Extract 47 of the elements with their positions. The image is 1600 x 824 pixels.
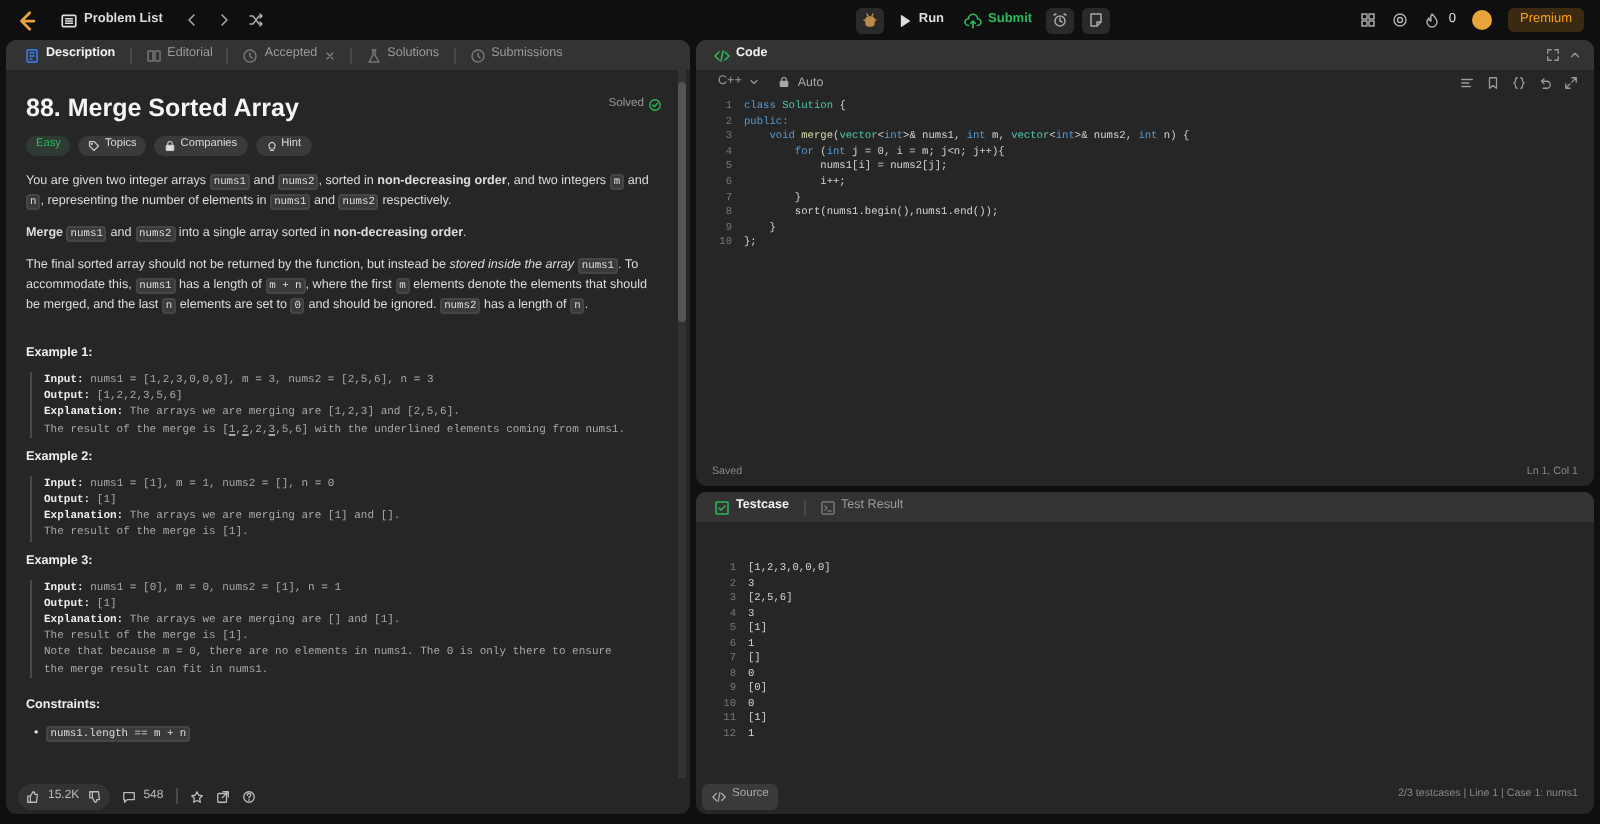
cloud-upload-icon <box>964 11 983 29</box>
document-icon <box>24 47 40 63</box>
share-icon[interactable] <box>215 789 230 803</box>
previous-icon[interactable] <box>184 12 201 28</box>
collapse-icon[interactable] <box>1568 48 1582 62</box>
clock-icon <box>469 47 486 63</box>
code-icon <box>714 47 730 63</box>
maximize-icon[interactable] <box>1546 48 1560 62</box>
thumbs-up-icon <box>26 789 40 803</box>
grid-icon[interactable] <box>1360 12 1377 28</box>
lightbulb-icon <box>265 140 278 152</box>
braces-icon[interactable] <box>1512 76 1526 90</box>
list-icon <box>60 11 78 29</box>
alarm-icon <box>1052 12 1069 28</box>
code-icon <box>712 789 726 803</box>
star-icon[interactable] <box>189 789 204 803</box>
flask-icon <box>365 47 382 63</box>
help-icon[interactable] <box>241 789 256 803</box>
note-icon <box>1088 12 1105 28</box>
terminal-icon <box>819 499 835 515</box>
timer-button[interactable] <box>1046 7 1075 33</box>
bookmark-icon[interactable] <box>1486 76 1500 90</box>
lock-icon <box>777 76 790 89</box>
lock-icon <box>164 140 177 152</box>
flame-icon <box>1424 12 1441 28</box>
close-icon <box>323 49 336 61</box>
checkbox-icon <box>714 499 730 515</box>
thumbs-down-icon[interactable] <box>87 789 102 803</box>
book-icon <box>145 47 162 63</box>
settings-icon[interactable] <box>1392 12 1409 28</box>
clock-icon <box>242 47 259 63</box>
undo-icon[interactable] <box>1538 76 1552 90</box>
problem-title: 88. Merge Sorted Array <box>26 92 299 124</box>
comment-icon <box>121 789 136 803</box>
logo-icon <box>16 9 38 31</box>
next-icon[interactable] <box>216 12 233 28</box>
check-circle-icon <box>648 98 662 112</box>
debug-button[interactable] <box>856 7 885 33</box>
play-icon <box>898 13 913 27</box>
lines-icon[interactable] <box>1460 76 1474 90</box>
notes-button[interactable] <box>1082 7 1111 33</box>
bug-icon <box>862 12 879 28</box>
expand-icon[interactable] <box>1564 76 1578 90</box>
shuffle-icon[interactable] <box>248 12 265 28</box>
avatar[interactable] <box>1471 10 1492 30</box>
tag-icon <box>88 140 101 152</box>
caret-icon <box>747 76 760 89</box>
